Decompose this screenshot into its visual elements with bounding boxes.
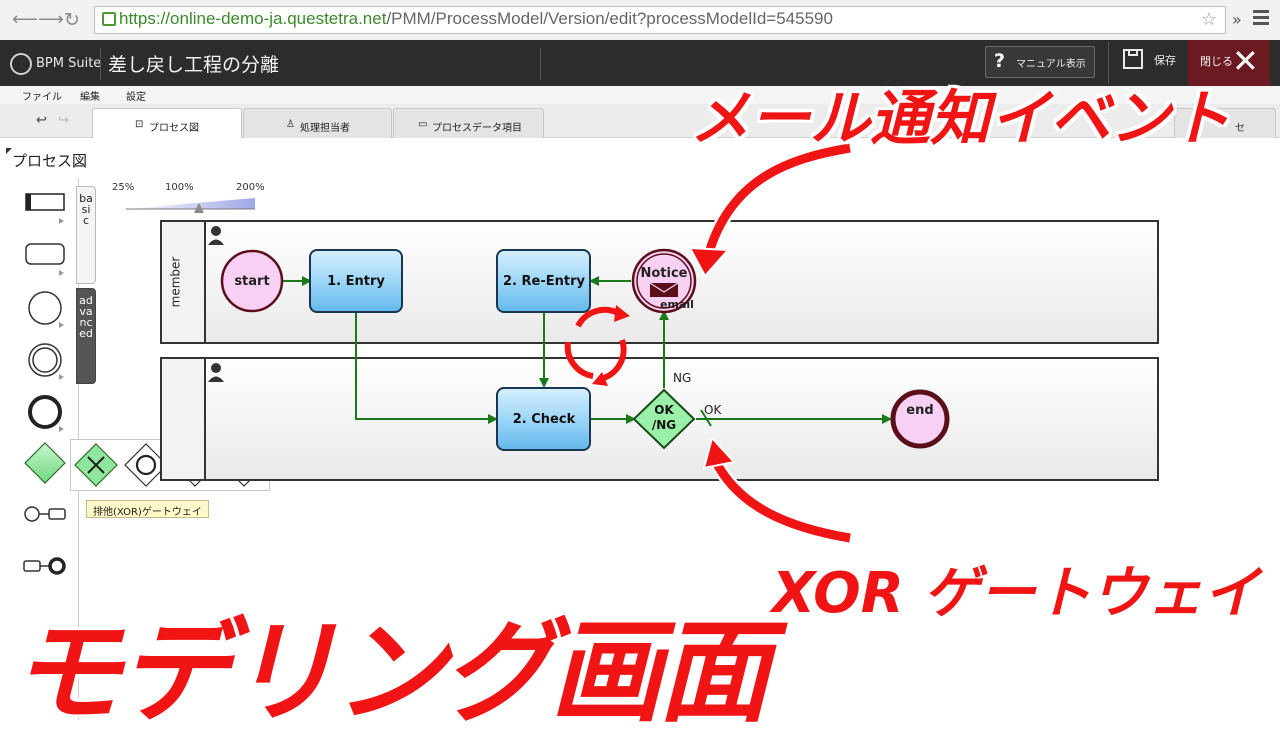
task-check[interactable]: 2. Check bbox=[496, 387, 591, 451]
edge-label-ok: OK bbox=[704, 403, 722, 417]
palette-task-icon[interactable] bbox=[22, 188, 68, 216]
zoom-slider-ticks bbox=[126, 208, 255, 210]
process-diagram: member start 1. Entry 2. Re-Entry Notice… bbox=[160, 220, 1159, 481]
caption-mail-event: メール通知イベント bbox=[690, 84, 1230, 154]
back-icon[interactable]: ⟵ bbox=[12, 9, 38, 30]
diagram-icon: ⊡ bbox=[135, 119, 144, 130]
start-event[interactable]: start bbox=[220, 249, 284, 313]
gateway-label-top: OK bbox=[654, 403, 674, 417]
logo-text: BPM Suite bbox=[36, 56, 102, 71]
palette-message-start-icon[interactable] bbox=[22, 500, 68, 528]
bookmark-star-icon[interactable]: ☆ bbox=[1201, 9, 1217, 30]
message-end-event-notice[interactable]: Notice email bbox=[631, 248, 697, 314]
edge-label-ng: NG bbox=[673, 371, 691, 385]
data-icon: ▭ bbox=[418, 119, 428, 130]
envelope-icon bbox=[649, 282, 679, 297]
node-label: end bbox=[906, 403, 933, 418]
help-icon: ? bbox=[994, 50, 1006, 72]
tab-assignees[interactable]: ♙ 処理担当者 bbox=[243, 108, 392, 138]
tab-process-data[interactable]: ▭ プロセスデータ項目 bbox=[393, 108, 544, 138]
zoom-mid-label: 100% bbox=[165, 182, 194, 193]
lane-label: member bbox=[169, 257, 183, 308]
extensions-more-button[interactable]: » bbox=[1232, 10, 1242, 29]
caption-xor-gateway: XOR ゲートウェイ bbox=[772, 561, 1260, 626]
node-label: 1. Entry bbox=[327, 274, 385, 289]
node-label: 2. Check bbox=[513, 412, 576, 427]
node-label: Notice bbox=[640, 266, 687, 281]
callout-arrow-xor bbox=[702, 438, 852, 545]
forward-icon[interactable]: ⟶ bbox=[38, 9, 64, 30]
browser-menu-icon[interactable] bbox=[1253, 10, 1269, 26]
save-label: 保存 bbox=[1154, 54, 1176, 67]
palette-subprocess-icon[interactable] bbox=[22, 240, 68, 268]
menu-edit[interactable]: 編集 bbox=[80, 88, 100, 103]
xor-gateway-icon[interactable] bbox=[73, 442, 119, 488]
palette-gateway-icon[interactable] bbox=[22, 440, 68, 486]
tab-label: セ bbox=[1235, 123, 1245, 134]
palette-expand-icon[interactable] bbox=[59, 218, 64, 224]
close-icon: ✕ bbox=[1232, 42, 1259, 80]
node-label: 2. Re-Entry bbox=[503, 274, 585, 289]
panel-title: プロセス図 bbox=[12, 152, 88, 170]
palette-message-end-icon[interactable] bbox=[22, 552, 68, 580]
page-title: 差し戻し工程の分離 bbox=[108, 54, 280, 76]
reload-icon[interactable]: ↻ bbox=[64, 9, 80, 31]
end-event[interactable]: end bbox=[890, 389, 950, 449]
palette-expand-icon[interactable] bbox=[59, 270, 64, 276]
close-label: 閉じる bbox=[1200, 55, 1233, 68]
zoom-min-label: 25% bbox=[112, 182, 135, 193]
url-text: https://online-demo-ja.questetra.net/PMM… bbox=[119, 9, 833, 28]
manual-label: マニュアル表示 bbox=[1016, 59, 1086, 70]
gateway-label-bottom: /NG bbox=[652, 418, 676, 432]
tab-label: プロセスデータ項目 bbox=[432, 123, 522, 134]
menu-file[interactable]: ファイル bbox=[22, 88, 62, 103]
menu-settings[interactable]: 設定 bbox=[126, 88, 146, 103]
questetra-logo-icon bbox=[10, 53, 32, 75]
palette-tab-label: basic bbox=[79, 192, 93, 227]
palette-tab-basic[interactable]: basic bbox=[76, 186, 96, 284]
node-sublabel: email bbox=[660, 298, 694, 311]
tab-process-diagram[interactable]: ⊡ プロセス図 bbox=[92, 108, 242, 139]
header-divider bbox=[540, 48, 541, 80]
tab-label: プロセス図 bbox=[149, 123, 199, 134]
user-icon: ♙ bbox=[286, 119, 295, 130]
gateway-tooltip: 排他(XOR)ゲートウェイ bbox=[86, 500, 209, 518]
redo-icon[interactable]: ↪ bbox=[58, 113, 74, 128]
browser-toolbar: ⟵ ⟶ ↻ https://online-demo-ja.questetra.n… bbox=[0, 0, 1280, 41]
palette-tab-label: advanced bbox=[79, 294, 93, 340]
task-reentry[interactable]: 2. Re-Entry bbox=[496, 249, 591, 313]
task-entry[interactable]: 1. Entry bbox=[309, 249, 403, 313]
palette-expand-icon[interactable] bbox=[59, 322, 64, 328]
tab-label: 処理担当者 bbox=[300, 123, 350, 134]
zoom-slider-thumb[interactable] bbox=[194, 203, 204, 213]
palette-expand-icon[interactable] bbox=[59, 374, 64, 380]
zoom-max-label: 200% bbox=[236, 182, 265, 193]
lock-icon bbox=[102, 12, 116, 26]
palette-tab-advanced[interactable]: advanced bbox=[76, 288, 96, 384]
address-bar[interactable]: https://online-demo-ja.questetra.net/PMM… bbox=[94, 6, 1226, 34]
node-label: start bbox=[234, 274, 269, 289]
header-divider bbox=[100, 48, 101, 80]
palette-expand-icon[interactable] bbox=[59, 426, 64, 432]
callout-arrow-mail bbox=[690, 141, 852, 278]
save-icon bbox=[1123, 49, 1143, 69]
undo-icon[interactable]: ↩ bbox=[36, 113, 52, 128]
